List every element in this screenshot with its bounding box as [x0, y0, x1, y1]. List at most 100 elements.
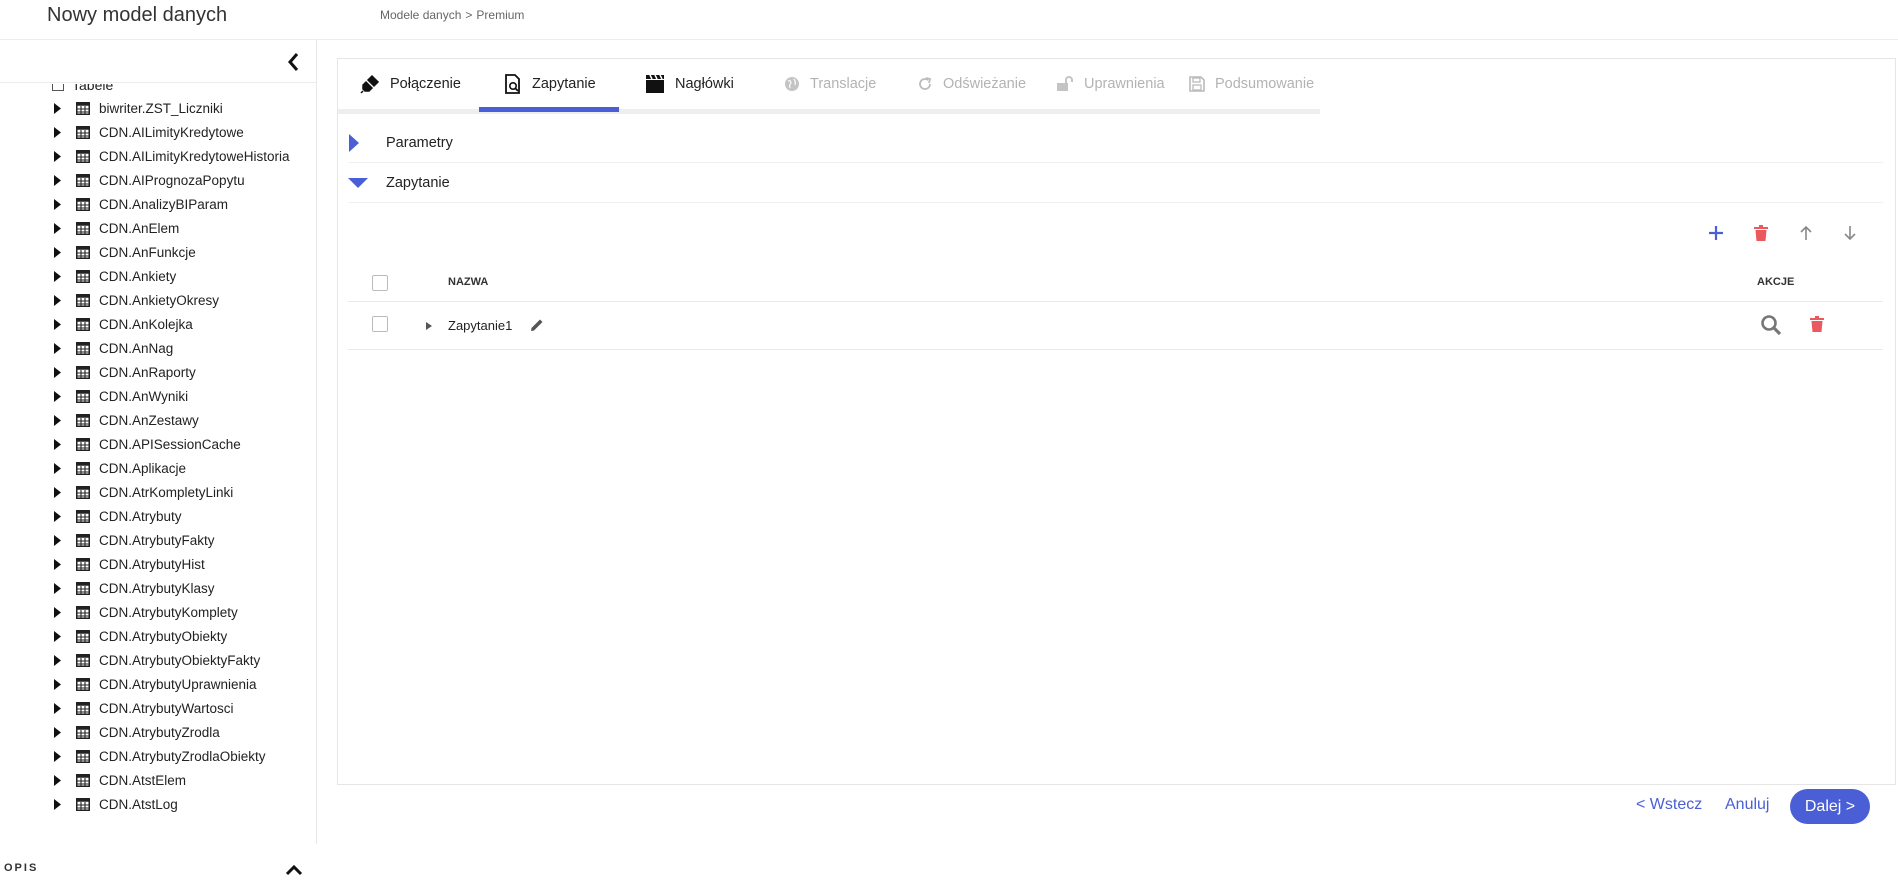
table-icon [76, 533, 90, 547]
caret-right-icon[interactable] [54, 390, 66, 402]
select-all-checkbox[interactable] [372, 275, 388, 291]
add-query-button[interactable] [1704, 221, 1728, 245]
sidebar-table-item[interactable]: CDN.AILimityKredytowe [0, 120, 316, 144]
tree-root-tables[interactable]: Tabele [52, 84, 113, 94]
pencil-icon [531, 319, 543, 331]
sidebar-table-label: CDN.AnFunkcje [99, 244, 196, 260]
sidebar-table-label: CDN.AILimityKredytowe [99, 124, 244, 140]
move-up-button[interactable] [1794, 221, 1818, 245]
sidebar-table-item[interactable]: CDN.AtrybutyWartosci [0, 696, 316, 720]
caret-right-icon[interactable] [54, 726, 66, 738]
tab-translations[interactable]: Translacje [784, 59, 876, 109]
breadcrumb-separator: > [465, 8, 473, 22]
row-expand-button[interactable] [426, 319, 432, 334]
sidebar-table-item[interactable]: CDN.AnZestawy [0, 408, 316, 432]
tab-connection[interactable]: Połączenie [360, 59, 461, 109]
caret-right-icon[interactable] [54, 414, 66, 426]
caret-right-icon[interactable] [54, 750, 66, 762]
sidebar-table-item[interactable]: CDN.AtstElem [0, 768, 316, 792]
sidebar-table-item[interactable]: CDN.AnNag [0, 336, 316, 360]
table-tree[interactable]: Tabele biwriter.ZST_Liczniki CDN.AILimity… [0, 84, 316, 846]
sidebar-table-item[interactable]: CDN.AtrybutyUprawnienia [0, 672, 316, 696]
sidebar-table-item[interactable]: CDN.AnalizyBIParam [0, 192, 316, 216]
next-button[interactable]: Dalej > [1790, 789, 1870, 824]
tab-label: Połączenie [390, 76, 461, 92]
caret-right-icon[interactable] [54, 246, 66, 258]
caret-right-icon[interactable] [54, 126, 66, 138]
tab-query[interactable]: Zapytanie [504, 59, 596, 109]
sidebar-table-item[interactable]: CDN.AtrybutyObiektyFakty [0, 648, 316, 672]
sidebar-table-item[interactable]: CDN.AnFunkcje [0, 240, 316, 264]
sidebar-table-item[interactable]: CDN.Ankiety [0, 264, 316, 288]
sidebar-table-item[interactable]: CDN.AnRaporty [0, 360, 316, 384]
caret-right-icon[interactable] [54, 774, 66, 786]
caret-right-icon[interactable] [54, 606, 66, 618]
caret-right-icon[interactable] [54, 510, 66, 522]
caret-right-icon[interactable] [54, 630, 66, 642]
sidebar-table-item[interactable]: CDN.AtstLog [0, 792, 316, 816]
caret-right-icon[interactable] [54, 582, 66, 594]
caret-right-icon[interactable] [54, 270, 66, 282]
sidebar-table-item[interactable]: CDN.Atrybuty [0, 504, 316, 528]
caret-right-icon[interactable] [54, 558, 66, 570]
table-row[interactable]: Zapytanie1 [348, 303, 1883, 350]
table-icon [76, 293, 90, 307]
row-checkbox[interactable] [372, 316, 388, 332]
caret-right-icon[interactable] [54, 438, 66, 450]
breadcrumb-item-models[interactable]: Modele danych [380, 8, 461, 22]
caret-right-icon[interactable] [54, 654, 66, 666]
sidebar-table-item[interactable]: CDN.AtrybutyKlasy [0, 576, 316, 600]
column-header-name[interactable]: NAZWA [448, 276, 488, 288]
sidebar-table-item[interactable]: biwriter.ZST_Liczniki [0, 96, 316, 120]
sidebar-table-item[interactable]: CDN.APISessionCache [0, 432, 316, 456]
sidebar-table-item[interactable]: CDN.AIPrognozaPopytu [0, 168, 316, 192]
preview-query-button[interactable] [1760, 314, 1782, 339]
tab-headers[interactable]: Nagłówki [645, 59, 734, 109]
sidebar-table-item[interactable]: CDN.AnWyniki [0, 384, 316, 408]
sidebar-table-item[interactable]: CDN.AtrybutyZrodla [0, 720, 316, 744]
collapse-sidebar-button[interactable] [284, 50, 304, 74]
tab-refresh[interactable]: Odświeżanie [917, 59, 1026, 109]
delete-selected-button[interactable] [1749, 221, 1773, 245]
sidebar: Tabele biwriter.ZST_Liczniki CDN.AILimity… [0, 40, 317, 876]
caret-right-icon[interactable] [54, 702, 66, 714]
sidebar-table-item[interactable]: CDN.AtrybutyObiekty [0, 624, 316, 648]
section-parameters[interactable]: Parametry [348, 124, 1883, 163]
section-query[interactable]: Zapytanie [348, 164, 1883, 203]
sidebar-table-item[interactable]: CDN.AILimityKredytoweHistoria [0, 144, 316, 168]
sidebar-table-item[interactable]: CDN.AnElem [0, 216, 316, 240]
sidebar-table-item[interactable]: CDN.AtrybutyZrodlaObiekty [0, 744, 316, 768]
caret-right-icon[interactable] [54, 174, 66, 186]
tab-summary[interactable]: Podsumowanie [1189, 59, 1314, 109]
sidebar-table-item[interactable]: CDN.AtrKompletyLinki [0, 480, 316, 504]
description-panel-header[interactable]: OPIS [0, 852, 316, 884]
caret-right-icon[interactable] [54, 486, 66, 498]
caret-right-icon[interactable] [54, 222, 66, 234]
caret-right-icon[interactable] [54, 150, 66, 162]
sidebar-table-item[interactable]: CDN.AtrybutyKomplety [0, 600, 316, 624]
caret-right-icon[interactable] [54, 294, 66, 306]
caret-right-icon[interactable] [54, 198, 66, 210]
caret-right-icon[interactable] [54, 678, 66, 690]
sidebar-table-label: biwriter.ZST_Liczniki [99, 100, 223, 116]
wizard-card: Połączenie Zapytanie Nagłówki Translacje… [337, 58, 1896, 785]
back-button[interactable]: < Wstecz [1636, 796, 1702, 814]
caret-right-icon[interactable] [54, 102, 66, 114]
sidebar-table-item[interactable]: CDN.AtrybutyFakty [0, 528, 316, 552]
caret-right-icon[interactable] [54, 462, 66, 474]
caret-right-icon[interactable] [54, 798, 66, 810]
caret-right-icon[interactable] [54, 534, 66, 546]
sidebar-table-item[interactable]: CDN.AnkietyOkresy [0, 288, 316, 312]
sidebar-table-item[interactable]: CDN.Aplikacje [0, 456, 316, 480]
sidebar-table-item[interactable]: CDN.AtrybutyHist [0, 552, 316, 576]
move-down-button[interactable] [1838, 221, 1862, 245]
sidebar-table-item[interactable]: CDN.AnKolejka [0, 312, 316, 336]
caret-right-icon[interactable] [54, 318, 66, 330]
tab-permissions[interactable]: Uprawnienia [1056, 59, 1165, 109]
cancel-button[interactable]: Anuluj [1725, 796, 1769, 814]
expand-description-button[interactable] [284, 860, 304, 880]
caret-right-icon[interactable] [54, 366, 66, 378]
caret-right-icon[interactable] [54, 342, 66, 354]
edit-name-button[interactable] [530, 318, 544, 335]
delete-row-button[interactable] [1810, 316, 1824, 335]
